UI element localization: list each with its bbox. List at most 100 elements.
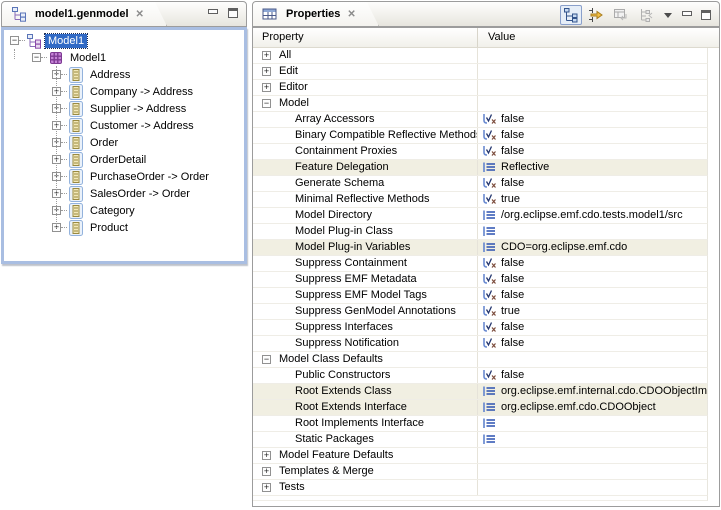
- close-icon[interactable]: ✕: [347, 9, 355, 20]
- property-name-cell: Generate Schema: [253, 176, 478, 191]
- property-value-text: false: [501, 320, 524, 335]
- tree-item-customer-address[interactable]: + Customer -> Address: [4, 117, 244, 134]
- property-row-static-packages[interactable]: Static Packages: [253, 432, 708, 448]
- property-value-text: false: [501, 112, 524, 127]
- genmodel-file-icon: [11, 6, 27, 22]
- tree-item-address[interactable]: + Address: [4, 66, 244, 83]
- view-menu-button[interactable]: [660, 5, 676, 25]
- editor-tab-title: model1.genmodel: [35, 8, 129, 20]
- property-value-text: false: [501, 336, 524, 351]
- category-row-templates-merge[interactable]: +Templates & Merge: [253, 464, 708, 480]
- column-header-property[interactable]: Property: [253, 28, 478, 47]
- property-row-feature-delegation[interactable]: Feature Delegation Reflective: [253, 160, 708, 176]
- property-value-text: org.eclipse.emf.internal.cdo.CDOObjectIm…: [501, 384, 707, 399]
- property-row-minimal-reflective-methods[interactable]: Minimal Reflective Methods true: [253, 192, 708, 208]
- show-categories-button[interactable]: [560, 5, 582, 25]
- property-row-suppress-emf-metadata[interactable]: Suppress EMF Metadata false: [253, 272, 708, 288]
- plus-expander-icon[interactable]: +: [262, 467, 271, 476]
- property-row-root-extends-class[interactable]: Root Extends Class org.eclipse.emf.inter…: [253, 384, 708, 400]
- property-value-text: false: [501, 144, 524, 159]
- property-value-cell: false: [478, 336, 707, 351]
- property-name-cell: Root Extends Class: [253, 384, 478, 399]
- category-row-model[interactable]: −Model: [253, 96, 708, 112]
- boolean-property-icon: [482, 369, 497, 382]
- column-header-value[interactable]: Value: [478, 28, 719, 47]
- category-row-edit[interactable]: +Edit: [253, 64, 708, 80]
- property-label: Public Constructors: [295, 368, 390, 383]
- property-row-suppress-genmodel-annotations[interactable]: Suppress GenModel Annotations true: [253, 304, 708, 320]
- property-value-cell: [478, 448, 707, 463]
- boolean-property-icon: [482, 289, 497, 302]
- property-value-cell: [478, 352, 707, 367]
- property-value-text: true: [501, 192, 520, 207]
- category-label: Model: [279, 96, 309, 111]
- property-row-binary-compatible-reflective-methods[interactable]: Binary Compatible Reflective Methods fal…: [253, 128, 708, 144]
- minimize-button[interactable]: [679, 5, 695, 25]
- property-row-suppress-emf-model-tags[interactable]: Suppress EMF Model Tags false: [253, 288, 708, 304]
- property-row-suppress-interfaces[interactable]: Suppress Interfaces false: [253, 320, 708, 336]
- tree-item-supplier-address[interactable]: + Supplier -> Address: [4, 100, 244, 117]
- tree-item-model1[interactable]: − Model1: [4, 49, 244, 66]
- property-row-array-accessors[interactable]: Array Accessors false: [253, 112, 708, 128]
- editor-tab-model1-genmodel[interactable]: model1.genmodel ✕: [2, 2, 167, 26]
- plus-expander-icon[interactable]: +: [262, 67, 271, 76]
- property-row-containment-proxies[interactable]: Containment Proxies false: [253, 144, 708, 160]
- category-row-editor[interactable]: + Editor: [253, 80, 708, 96]
- plus-expander-icon[interactable]: +: [262, 51, 271, 60]
- property-row-generate-schema[interactable]: Generate Schema false: [253, 176, 708, 192]
- tree-item-product[interactable]: + Product: [4, 219, 244, 236]
- property-value-text: org.eclipse.emf.cdo.CDOObject: [501, 400, 656, 415]
- maximize-button[interactable]: [698, 5, 714, 25]
- tree-item-label: Product: [87, 221, 131, 235]
- boolean-property-icon: [482, 321, 497, 334]
- tree-item-label: SalesOrder -> Order: [87, 187, 193, 201]
- property-name-cell: Feature Delegation: [253, 160, 478, 175]
- minimize-button[interactable]: [208, 12, 218, 14]
- properties-tab-title: Properties: [286, 8, 340, 20]
- minus-expander-icon[interactable]: −: [262, 355, 271, 364]
- plus-expander-icon[interactable]: +: [262, 83, 271, 92]
- tree-item-salesorder-order[interactable]: + SalesOrder -> Order: [4, 185, 244, 202]
- category-row-all[interactable]: +All: [253, 48, 708, 64]
- property-name-cell: Suppress EMF Model Tags: [253, 288, 478, 303]
- category-row-model-class-defaults[interactable]: −Model Class Defaults: [253, 352, 708, 368]
- plus-expander-icon[interactable]: +: [262, 451, 271, 460]
- property-name-cell: −Model: [253, 96, 478, 111]
- property-row-model-plug-in-class[interactable]: Model Plug-in Class: [253, 224, 708, 240]
- category-label: Editor: [279, 80, 308, 95]
- property-row-suppress-containment[interactable]: Suppress Containment false: [253, 256, 708, 272]
- tree-item-model1[interactable]: − Model1: [4, 32, 244, 49]
- class-icon: [68, 169, 84, 185]
- property-label: Suppress EMF Metadata: [295, 272, 417, 287]
- properties-tab[interactable]: Properties ✕: [253, 2, 379, 26]
- property-value-text: /org.eclipse.emf.cdo.tests.model1/src: [501, 208, 683, 223]
- property-row-model-plug-in-variables[interactable]: Model Plug-in Variables CDO=org.eclipse.…: [253, 240, 708, 256]
- tree-item-category[interactable]: + Category: [4, 202, 244, 219]
- category-row-model-feature-defaults[interactable]: +Model Feature Defaults: [253, 448, 708, 464]
- maximize-button[interactable]: [228, 8, 238, 18]
- property-label: Generate Schema: [295, 176, 384, 191]
- tree-item-purchaseorder-order[interactable]: + PurchaseOrder -> Order: [4, 168, 244, 185]
- minus-expander-icon[interactable]: −: [32, 53, 41, 62]
- minus-expander-icon[interactable]: −: [10, 36, 19, 45]
- property-value-cell: Reflective: [478, 160, 707, 175]
- close-icon[interactable]: ✕: [136, 9, 144, 20]
- property-row-suppress-notification[interactable]: Suppress Notification false: [253, 336, 708, 352]
- tree-item-orderdetail[interactable]: + OrderDetail: [4, 151, 244, 168]
- property-label: Binary Compatible Reflective Methods: [295, 128, 478, 143]
- property-row-public-constructors[interactable]: Public Constructors false: [253, 368, 708, 384]
- property-value-cell: [478, 64, 707, 79]
- property-row-root-extends-interface[interactable]: Root Extends Interface org.eclipse.emf.c…: [253, 400, 708, 416]
- tree-item-company-address[interactable]: + Company -> Address: [4, 83, 244, 100]
- class-icon: [68, 101, 84, 117]
- tree-connector-line: [14, 49, 15, 59]
- property-name-cell: +Templates & Merge: [253, 464, 478, 479]
- property-row-root-implements-interface[interactable]: Root Implements Interface: [253, 416, 708, 432]
- minus-expander-icon[interactable]: −: [262, 99, 271, 108]
- property-value-cell: [478, 464, 707, 479]
- plus-expander-icon[interactable]: +: [262, 483, 271, 492]
- tree-item-order[interactable]: + Order: [4, 134, 244, 151]
- property-row-model-directory[interactable]: Model Directory /org.eclipse.emf.cdo.tes…: [253, 208, 708, 224]
- category-row-tests[interactable]: +Tests: [253, 480, 708, 496]
- show-advanced-properties-button[interactable]: [585, 5, 607, 25]
